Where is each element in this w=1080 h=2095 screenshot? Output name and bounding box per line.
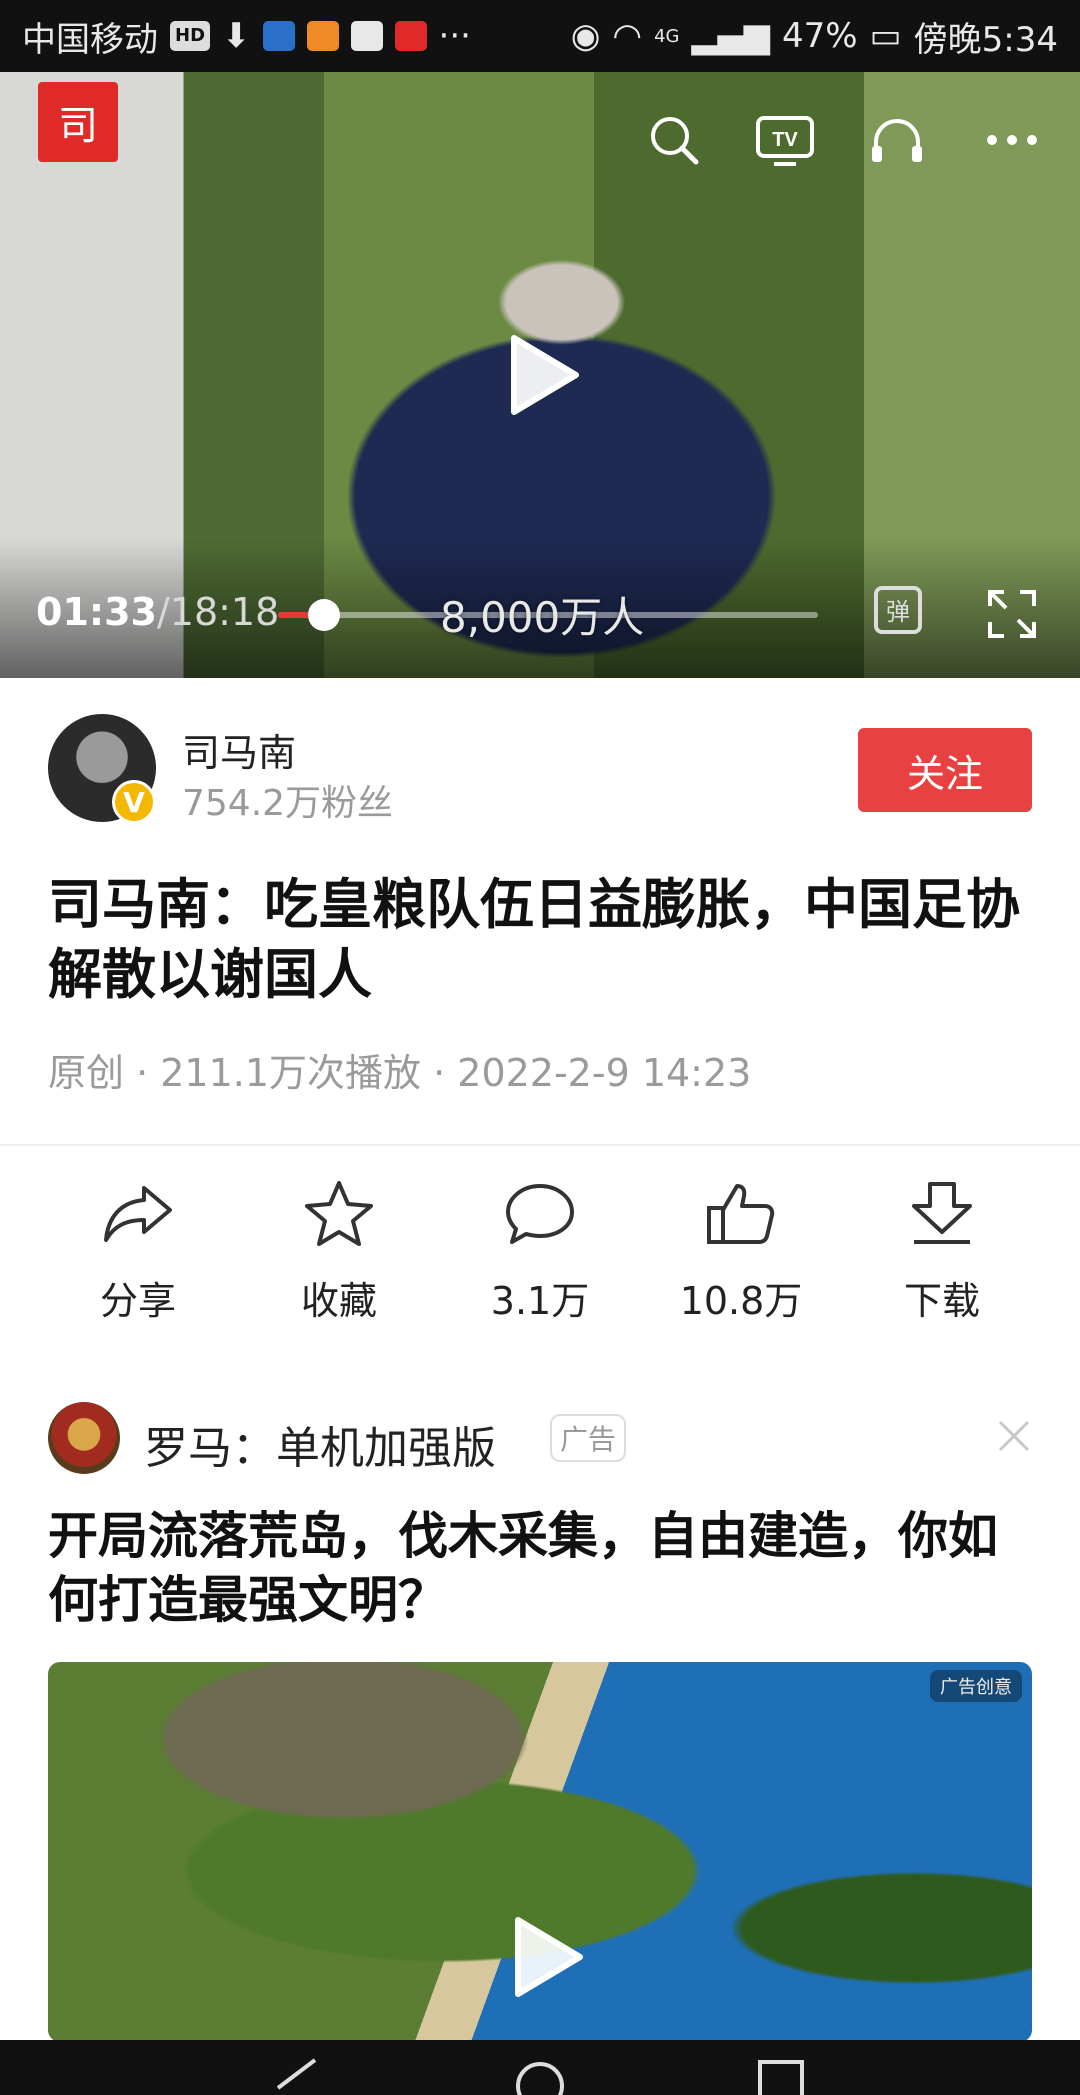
video-time: 01:33/18:18 bbox=[36, 590, 279, 634]
video-player[interactable]: 司 TV 01:33/18:18 8,000万人 弹 bbox=[0, 72, 1080, 678]
svg-text:弹: 弹 bbox=[886, 598, 910, 626]
wifi-icon: ◠ bbox=[612, 16, 643, 56]
like-count: 10.8万 bbox=[679, 1279, 803, 1323]
video-title: 司马南：吃皇粮队伍日益膨胀，中国足协解散以谢国人 bbox=[48, 873, 1020, 1006]
follow-button[interactable]: 关注 bbox=[858, 728, 1032, 812]
author-name[interactable]: 司马南 bbox=[182, 722, 296, 777]
ad-title[interactable]: 开局流落荒岛，伐木采集，自由建造，你如何打造最强文明？ bbox=[48, 1504, 1028, 1632]
star-icon bbox=[305, 1181, 373, 1246]
status-bar: 中国移动 HD ⬇ ··· ◉ ◠ 4G ▂▄▆ 47% ▭ 傍晚5:34 bbox=[0, 0, 1080, 72]
network-type: 4G bbox=[654, 25, 680, 47]
ad-play-icon[interactable] bbox=[508, 1912, 588, 2002]
video-meta: 原创 · 211.1万次播放 · 2022-2-9 14:23 bbox=[48, 1051, 752, 1095]
ad-tag: 广告 bbox=[550, 1414, 627, 1462]
shield-app-icon bbox=[262, 21, 295, 51]
more-icon[interactable] bbox=[984, 132, 1040, 148]
status-left: 中国移动 HD ⬇ ··· bbox=[22, 12, 471, 61]
clock: 傍晚5:34 bbox=[913, 19, 1058, 60]
signal-icon: ▂▄▆ bbox=[691, 16, 770, 56]
ad-avatar[interactable] bbox=[48, 1402, 120, 1474]
status-right: ◉ ◠ 4G ▂▄▆ 47% ▭ 傍晚5:34 bbox=[571, 12, 1058, 61]
hd-badge: HD bbox=[170, 21, 211, 51]
toutiao-app-icon bbox=[394, 21, 427, 51]
share-label: 分享 bbox=[99, 1279, 176, 1323]
close-icon[interactable] bbox=[996, 1418, 1032, 1454]
video-app-icon bbox=[306, 21, 339, 51]
verified-badge: V bbox=[112, 780, 156, 824]
progress-handle[interactable] bbox=[307, 599, 340, 631]
comment-icon bbox=[506, 1184, 574, 1244]
total-time: /18:18 bbox=[156, 590, 280, 634]
navigation-bar bbox=[0, 2040, 1080, 2095]
back-nav-icon[interactable] bbox=[270, 2058, 320, 2095]
download-button[interactable]: 下载 bbox=[852, 1178, 1032, 1325]
ad-video-thumbnail[interactable]: 广告创意 bbox=[48, 1662, 1032, 2042]
like-button[interactable]: 10.8万 bbox=[651, 1178, 831, 1325]
tv-cast-icon[interactable]: TV bbox=[754, 110, 816, 168]
download-label: 下载 bbox=[903, 1279, 980, 1323]
action-bar: 分享 收藏 3.1万 10.8万 下载 bbox=[48, 1178, 1032, 1325]
battery-icon: ▭ bbox=[869, 16, 902, 56]
thumbs-up-icon bbox=[707, 1184, 775, 1244]
favorite-button[interactable]: 收藏 bbox=[249, 1178, 429, 1325]
comment-button[interactable]: 3.1万 bbox=[450, 1178, 630, 1325]
headphones-icon[interactable] bbox=[868, 112, 926, 168]
recents-nav-icon[interactable] bbox=[756, 2058, 806, 2095]
more-notifications: ··· bbox=[438, 16, 471, 56]
home-nav-icon[interactable] bbox=[512, 2058, 568, 2095]
danmu-comment: 8,000万人 bbox=[440, 593, 645, 642]
fan-count: 754.2万粉丝 bbox=[182, 783, 394, 824]
comment-count: 3.1万 bbox=[490, 1279, 590, 1323]
share-button[interactable]: 分享 bbox=[48, 1178, 228, 1325]
carrier-label: 中国移动 bbox=[22, 19, 158, 60]
danmu-toggle-icon[interactable]: 弹 bbox=[872, 584, 928, 640]
ad-header: 罗马：单机加强版 广告 bbox=[48, 1402, 1032, 1474]
eye-icon: ◉ bbox=[570, 16, 601, 56]
youku-app-icon bbox=[350, 21, 383, 51]
divider bbox=[0, 1144, 1080, 1146]
brand-glyph: 司 bbox=[58, 103, 98, 149]
download-icon bbox=[912, 1182, 972, 1244]
ad-name[interactable]: 罗马：单机加强版 bbox=[144, 1412, 496, 1476]
search-icon[interactable] bbox=[646, 112, 702, 168]
back-logo-button[interactable]: 司 bbox=[38, 82, 118, 162]
fullscreen-icon[interactable] bbox=[984, 586, 1040, 642]
svg-text:TV: TV bbox=[772, 129, 798, 151]
current-time: 01:33 bbox=[36, 590, 157, 634]
share-icon bbox=[104, 1186, 172, 1242]
download-status-icon: ⬇ bbox=[222, 16, 251, 56]
play-icon[interactable] bbox=[504, 330, 584, 420]
ad-creative-badge: 广告创意 bbox=[930, 1670, 1022, 1702]
favorite-label: 收藏 bbox=[300, 1279, 377, 1323]
battery-percent: 47% bbox=[781, 16, 858, 56]
